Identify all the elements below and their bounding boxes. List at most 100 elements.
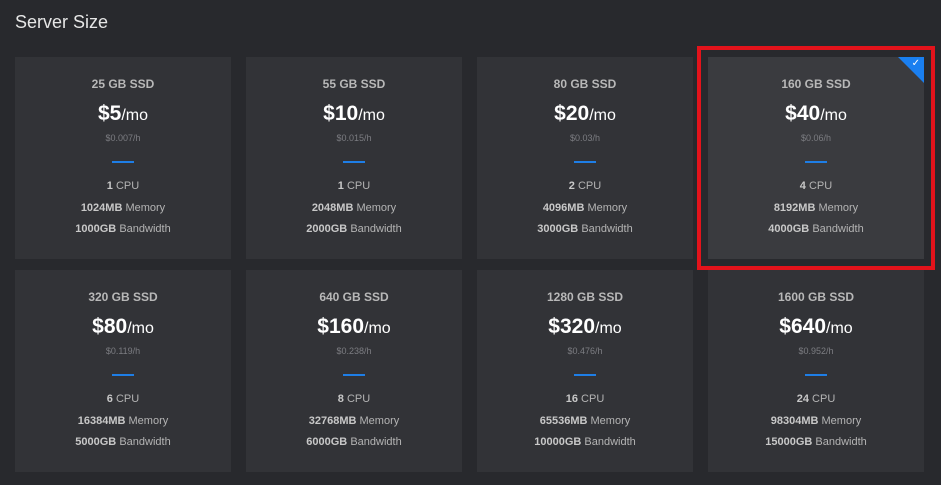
plan-bandwidth: 10000GB Bandwidth	[477, 436, 693, 448]
plan-card-1600gb[interactable]: 1600 GB SSD $640/mo $0.952/h 24 CPU 9830…	[708, 270, 924, 472]
plan-card-320gb[interactable]: 320 GB SSD $80/mo $0.119/h 6 CPU 16384MB…	[15, 270, 231, 472]
plan-hourly-price: $0.476/h	[567, 346, 603, 356]
plan-price-unit: /mo	[121, 107, 149, 124]
plan-bandwidth: 3000GB Bandwidth	[477, 223, 693, 235]
plan-price-amount: $160	[317, 315, 365, 338]
plan-price-unit: /mo	[595, 320, 622, 337]
plan-storage: 640 GB SSD	[319, 290, 389, 304]
plan-bandwidth: 15000GB Bandwidth	[708, 436, 924, 448]
plan-memory-value: 98304MB	[770, 415, 819, 427]
plan-hourly-price: $0.238/h	[336, 346, 372, 356]
plan-memory-label: Memory	[122, 202, 166, 214]
plan-card-55gb[interactable]: 55 GB SSD $10/mo $0.015/h 1 CPU 2048MB M…	[246, 57, 462, 259]
plan-price: $40/mo	[708, 102, 924, 126]
plan-hourly-price: $0.06/h	[800, 133, 832, 143]
plan-divider	[343, 374, 365, 376]
plan-bandwidth-label: Bandwidth	[812, 436, 867, 448]
plan-price: $5/mo	[15, 102, 231, 126]
plan-cpu: 2 CPU	[477, 180, 693, 192]
plan-price-unit: /mo	[364, 320, 391, 337]
plan-cpu-label: CPU	[574, 180, 602, 192]
plan-memory-value: 65536MB	[539, 415, 588, 427]
plan-bandwidth: 5000GB Bandwidth	[15, 436, 231, 448]
plan-memory: 2048MB Memory	[246, 202, 462, 214]
plan-cpu-label: CPU	[343, 393, 371, 405]
plan-card-25gb[interactable]: 25 GB SSD $5/mo $0.007/h 1 CPU 1024MB Me…	[15, 57, 231, 259]
plan-memory-value: 16384MB	[77, 415, 126, 427]
plan-hourly-price: $0.007/h	[105, 133, 141, 143]
plan-hourly-price: $0.119/h	[105, 346, 141, 356]
plan-price-amount: $640	[779, 315, 827, 338]
plan-price-amount: $80	[92, 315, 128, 338]
plan-price-unit: /mo	[127, 320, 154, 337]
plan-memory-value: 8192MB	[773, 202, 816, 214]
plan-price: $320/mo	[477, 315, 693, 339]
plan-memory-label: Memory	[353, 202, 397, 214]
plan-bandwidth-value: 4000GB	[768, 223, 810, 235]
plan-price-amount: $20	[554, 102, 590, 125]
plan-bandwidth-label: Bandwidth	[116, 436, 171, 448]
plan-cpu: 1 CPU	[15, 180, 231, 192]
plan-storage: 1280 GB SSD	[546, 290, 624, 304]
section-title: Server Size	[15, 12, 109, 32]
plan-bandwidth-value: 15000GB	[765, 436, 813, 448]
plan-bandwidth: 1000GB Bandwidth	[15, 223, 231, 235]
plan-memory-label: Memory	[818, 415, 862, 427]
plan-bandwidth-label: Bandwidth	[581, 436, 636, 448]
plan-cpu-label: CPU	[808, 393, 836, 405]
plan-storage: 25 GB SSD	[91, 77, 155, 91]
plan-memory: 98304MB Memory	[708, 415, 924, 427]
plan-bandwidth-label: Bandwidth	[116, 223, 171, 235]
plan-card-80gb[interactable]: 80 GB SSD $20/mo $0.03/h 2 CPU 4096MB Me…	[477, 57, 693, 259]
plan-storage: 1600 GB SSD	[777, 290, 855, 304]
plan-cpu-value: 24	[796, 393, 809, 405]
plan-bandwidth-value: 1000GB	[75, 223, 117, 235]
plan-divider	[574, 374, 596, 376]
plan-memory: 4096MB Memory	[477, 202, 693, 214]
plan-card-1280gb[interactable]: 1280 GB SSD $320/mo $0.476/h 16 CPU 6553…	[477, 270, 693, 472]
plan-card-640gb[interactable]: 640 GB SSD $160/mo $0.238/h 8 CPU 32768M…	[246, 270, 462, 472]
plan-price-amount: $40	[785, 102, 821, 125]
plan-hourly-price: $0.015/h	[336, 133, 372, 143]
plan-cpu-label: CPU	[112, 393, 140, 405]
plan-memory: 65536MB Memory	[477, 415, 693, 427]
plan-bandwidth-label: Bandwidth	[347, 223, 402, 235]
plan-memory-value: 4096MB	[542, 202, 585, 214]
plan-price: $10/mo	[246, 102, 462, 126]
plan-price: $20/mo	[477, 102, 693, 126]
plan-bandwidth-value: 2000GB	[306, 223, 348, 235]
plan-bandwidth-value: 5000GB	[75, 436, 117, 448]
plan-price-unit: /mo	[820, 107, 847, 124]
plan-memory-label: Memory	[587, 415, 631, 427]
plan-memory: 8192MB Memory	[708, 202, 924, 214]
plan-price-amount: $5	[97, 102, 122, 125]
plan-memory-label: Memory	[815, 202, 859, 214]
plan-cpu-value: 16	[565, 393, 578, 405]
plan-price-amount: $10	[323, 102, 359, 125]
plan-divider	[112, 161, 134, 163]
plan-divider	[574, 161, 596, 163]
plan-memory-label: Memory	[356, 415, 400, 427]
plan-memory-value: 1024MB	[80, 202, 123, 214]
plan-price-unit: /mo	[589, 107, 616, 124]
plan-bandwidth-value: 3000GB	[537, 223, 579, 235]
checkmark-icon: ✓	[911, 58, 920, 69]
plan-hourly-price: $0.952/h	[798, 346, 834, 356]
plan-price-unit: /mo	[358, 107, 385, 124]
plan-cpu: 4 CPU	[708, 180, 924, 192]
plan-cpu: 16 CPU	[477, 393, 693, 405]
plan-bandwidth-value: 6000GB	[306, 436, 348, 448]
plan-memory: 32768MB Memory	[246, 415, 462, 427]
plan-bandwidth-label: Bandwidth	[578, 223, 633, 235]
plan-storage: 160 GB SSD	[781, 77, 851, 91]
plan-storage: 55 GB SSD	[322, 77, 386, 91]
plan-bandwidth: 4000GB Bandwidth	[708, 223, 924, 235]
plan-cpu-label: CPU	[343, 180, 371, 192]
plan-cpu: 24 CPU	[708, 393, 924, 405]
plan-memory-label: Memory	[584, 202, 628, 214]
plan-bandwidth: 6000GB Bandwidth	[246, 436, 462, 448]
plan-cpu: 1 CPU	[246, 180, 462, 192]
plan-price-unit: /mo	[826, 320, 853, 337]
plan-card-160gb[interactable]: ✓ 160 GB SSD $40/mo $0.06/h 4 CPU 8192MB…	[697, 46, 935, 270]
plan-hourly-price: $0.03/h	[569, 133, 601, 143]
